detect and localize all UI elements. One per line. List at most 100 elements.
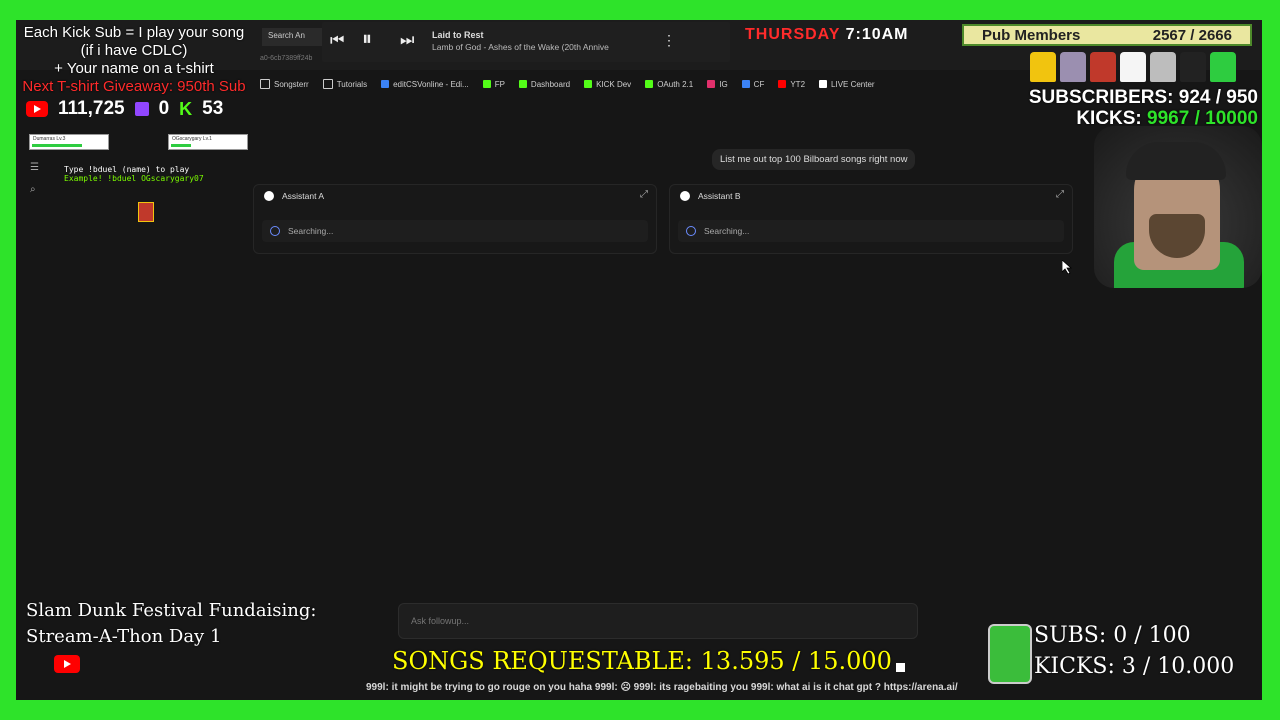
bookmark-label: KICK Dev	[596, 79, 632, 89]
subs-goal: SUBS: 0 / 100	[1034, 623, 1191, 648]
assistant-b-header: Assistant B	[680, 191, 741, 201]
bookmark-dashboard[interactable]: Dashboard	[518, 80, 570, 89]
kick-icon	[518, 80, 527, 88]
tshirt-icon	[1150, 52, 1176, 82]
fundraiser-line: Slam Dunk Festival Fundaising:	[26, 600, 317, 621]
stop-icon[interactable]	[896, 663, 905, 672]
bookmark-live-center[interactable]: LIVE Center	[819, 80, 875, 89]
tshirt-icon	[1210, 52, 1236, 82]
time-label: 7:10AM	[845, 26, 909, 43]
duel-example: Example! !bduel OGscarygary07	[64, 174, 204, 183]
followup-box	[398, 603, 918, 639]
sidebar-icons: ☰ ⌕	[30, 157, 39, 201]
list-icon[interactable]: ☰	[30, 157, 39, 179]
assistant-b-panel: Assistant B ⤢ Searching...	[669, 184, 1073, 254]
tshirt-gallery	[1030, 52, 1236, 82]
bookmark-label: IG	[719, 79, 728, 89]
assistant-b-label: Assistant B	[698, 191, 741, 201]
kick-count: 53	[202, 98, 224, 119]
mouse-cursor-icon	[1062, 260, 1072, 274]
youtube-icon	[26, 101, 48, 117]
tiktok-icon	[819, 80, 828, 88]
bookmark-editcsv[interactable]: editCSVonline - Edi...	[381, 80, 469, 89]
bookmark-label: editCSVonline - Edi...	[393, 79, 469, 89]
webcam-feed	[1094, 126, 1262, 288]
assistant-a-header: Assistant A	[264, 191, 324, 201]
pub-members-label: Pub Members	[982, 26, 1081, 44]
bookmark-ig[interactable]: IG	[707, 79, 728, 89]
tshirt-icon	[1120, 52, 1146, 82]
track-subtitle: Lamb of God - Ashes of the Wake (20th An…	[432, 42, 609, 52]
fundraiser-line: Stream-A-Thon Day 1	[26, 626, 222, 647]
bookmark-kick-dev[interactable]: KICK Dev	[584, 80, 631, 89]
promo-line: (if i have CDLC)	[80, 42, 188, 59]
bookmark-songsterr[interactable]: Songsterr	[260, 79, 309, 89]
site-icon	[381, 80, 390, 88]
bookmark-fp[interactable]: FP	[482, 79, 505, 89]
bookmark-label: YT2	[790, 79, 806, 89]
expand-icon[interactable]: ⤢	[1056, 189, 1064, 200]
instagram-icon	[707, 80, 716, 88]
next-track-icon[interactable]: ⏭	[400, 32, 414, 50]
pause-icon[interactable]: ⏸	[362, 28, 372, 51]
bookmark-cf[interactable]: CF	[741, 79, 765, 89]
loading-icon	[270, 226, 280, 236]
kick-icon	[584, 80, 593, 88]
follower-counters: 111,725 0 K 53	[26, 98, 223, 120]
bookmark-label: Tutorials	[336, 79, 368, 89]
promo-line: + Your name on a t-shirt	[54, 60, 214, 77]
subscribers-goal: SUBSCRIBERS: 924 / 950	[1028, 87, 1258, 108]
assistant-a-panel: Assistant A ⤢ Searching...	[253, 184, 657, 254]
url-fragment[interactable]: a0-6cb7389ff24b	[260, 55, 312, 62]
kick-icon: K	[179, 98, 193, 119]
status-text: Searching...	[288, 226, 334, 236]
loading-icon	[686, 226, 696, 236]
duel-instructions: Type !bduel (name) to play Example! !bdu…	[64, 165, 204, 183]
followup-input[interactable]	[399, 604, 890, 638]
folder-icon	[260, 79, 270, 89]
player-health-bar-left: Dumarras Lv.3	[29, 134, 109, 150]
track-title: Laid to Rest	[432, 30, 484, 40]
folder-icon	[322, 79, 333, 89]
bookmark-tutorials[interactable]: Tutorials	[322, 79, 368, 89]
more-options-icon[interactable]: ⋮	[662, 32, 676, 49]
top-goals: SUBSCRIBERS: 924 / 950 KICKS: 9967 / 100…	[1029, 87, 1258, 129]
assistant-b-status: Searching...	[678, 220, 1064, 242]
health-fill	[171, 144, 191, 147]
site-icon	[741, 80, 750, 88]
youtube-count: 111,725	[58, 98, 125, 119]
bookmark-label: FP	[494, 79, 505, 89]
expand-icon[interactable]: ⤢	[640, 189, 648, 200]
music-player: ⏮ ⏸ ⏭ Laid to Rest Lamb of God - Ashes o…	[322, 22, 730, 62]
previous-track-icon[interactable]: ⏮	[330, 32, 344, 50]
bar-label: Dumarras Lv.3	[33, 136, 66, 142]
bookmark-label: LIVE Center	[831, 79, 875, 89]
health-fill	[32, 144, 82, 147]
twitch-icon	[134, 102, 149, 116]
bookmark-label: CF	[753, 79, 765, 89]
day-label: THURSDAY	[745, 26, 841, 43]
bar-label: OGscarygary Lv.1	[172, 136, 212, 142]
ticker-link: https://arena.ai/	[883, 682, 958, 693]
status-text: Searching...	[704, 226, 750, 236]
assistant-a-status: Searching...	[262, 220, 648, 242]
youtube-icon	[778, 80, 787, 88]
browser-tab[interactable]: Search An	[262, 28, 322, 46]
bookmark-yt2[interactable]: YT2	[778, 80, 805, 89]
promo-line: Each Kick Sub = I play your song	[23, 24, 245, 41]
fundraiser-title: Slam Dunk Festival Fundaising: Stream-A-…	[26, 598, 316, 650]
day-clock: THURSDAY 7:10AM	[745, 26, 909, 44]
twitch-count: 0	[158, 98, 170, 119]
bookmark-oauth[interactable]: OAuth 2.1	[645, 80, 693, 89]
bookmark-label: OAuth 2.1	[657, 79, 694, 89]
bottom-goals: SUBS: 0 / 100 KICKS: 3 / 10.000	[1034, 620, 1234, 682]
tshirt-icon	[1090, 52, 1116, 82]
user-prompt-bubble: List me out top 100 Bilboard songs right…	[712, 149, 916, 170]
bookmark-label: Songsterr	[274, 79, 309, 89]
ticker-messages: 999l: it might be trying to go rouge on …	[366, 682, 881, 693]
player-health-bar-right: OGscarygary Lv.1	[168, 134, 248, 150]
search-icon[interactable]: ⌕	[30, 179, 39, 201]
songs-requestable: SONGS REQUESTABLE: 13.595 / 15.000	[392, 647, 892, 675]
youtube-icon	[54, 655, 80, 673]
bookmarks-bar: Songsterr Tutorials editCSVonline - Edi.…	[260, 75, 1030, 93]
